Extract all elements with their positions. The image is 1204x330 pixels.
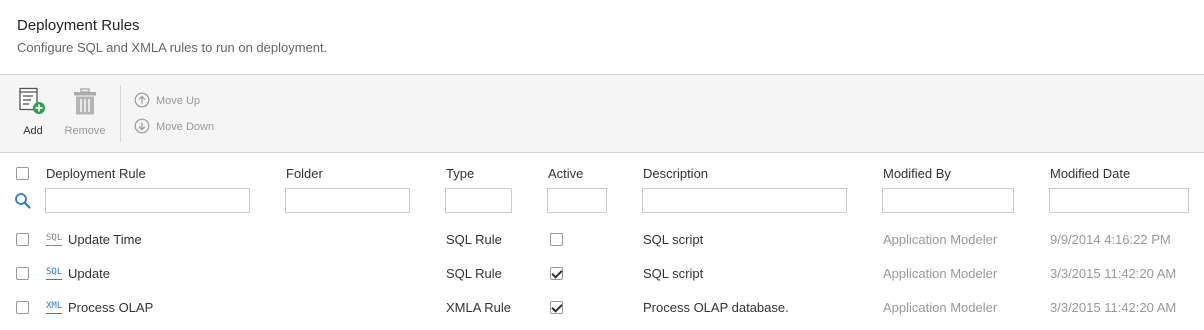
table-row[interactable]: SQL Update Time SQL Rule SQL script Appl… [0,223,1204,257]
rule-modified-by: Application Modeler [883,266,998,281]
filter-rule-input[interactable] [45,188,250,213]
column-header-active[interactable]: Active [548,166,583,181]
filter-modified-by-input[interactable] [882,188,1014,213]
add-rule-icon [18,87,48,122]
active-checkbox[interactable] [550,233,563,246]
rule-modified-by: Application Modeler [883,300,998,315]
page-subtitle: Configure SQL and XMLA rules to run on d… [17,40,328,55]
filter-type-input[interactable] [445,188,512,213]
column-header-folder[interactable]: Folder [286,166,323,181]
trash-icon [72,87,98,122]
column-header-rule[interactable]: Deployment Rule [46,166,146,181]
filter-modified-date-input[interactable] [1049,188,1189,213]
toolbar: Add Remove Move Up Move Down [0,74,1204,153]
filter-description-input[interactable] [642,188,847,213]
rule-description: SQL script [643,232,704,247]
move-up-label: Move Up [156,95,201,107]
column-header-description[interactable]: Description [643,166,708,181]
column-header-modified-by[interactable]: Modified By [883,166,951,181]
filter-folder-input[interactable] [285,188,410,213]
active-checkbox[interactable] [550,267,563,280]
select-all-checkbox[interactable] [16,167,29,180]
row-select-checkbox[interactable] [16,267,29,280]
rule-name: Process OLAP [68,300,154,315]
arrow-down-circle-icon [134,118,150,137]
rule-modified-by: Application Modeler [883,232,998,247]
remove-button-label: Remove [64,125,106,137]
add-button-label: Add [23,125,43,137]
rule-type: XMLA Rule [446,300,512,315]
filter-active-input[interactable] [547,188,607,213]
rule-type: SQL Rule [446,232,502,247]
table-row[interactable]: SQL Update SQL Rule SQL script Applicati… [0,257,1204,291]
page-title: Deployment Rules [17,17,140,34]
remove-button[interactable]: Remove [58,75,112,152]
rule-modified-date: 9/9/2014 4:16:22 PM [1050,232,1171,247]
rule-modified-date: 3/3/2015 11:42:20 AM [1050,300,1177,315]
rule-description: Process OLAP database. [643,300,789,315]
rule-name: Update [68,266,110,281]
rule-type: SQL Rule [446,266,502,281]
rule-description: SQL script [643,266,704,281]
column-header-modified-date[interactable]: Modified Date [1050,166,1130,181]
toolbar-divider [120,85,121,142]
search-icon[interactable] [14,192,32,215]
add-button[interactable]: Add [10,75,56,152]
deployment-rules-grid: Deployment Rule Folder Type Active Descr… [0,153,1204,330]
move-down-label: Move Down [156,121,215,133]
rule-name: Update Time [68,232,142,247]
active-checkbox[interactable] [550,301,563,314]
column-header-type[interactable]: Type [446,166,474,181]
move-up-button[interactable]: Move Up [134,91,200,111]
table-row[interactable]: XML Process OLAP XMLA Rule Process OLAP … [0,291,1204,325]
arrow-up-circle-icon [134,92,150,111]
row-select-checkbox[interactable] [16,233,29,246]
rule-modified-date: 3/3/2015 11:42:20 AM [1050,266,1177,281]
sql-file-icon: SQL [46,267,63,280]
row-select-checkbox[interactable] [16,301,29,314]
xml-file-icon: XML [46,301,63,314]
move-down-button[interactable]: Move Down [134,117,214,137]
page-header: Deployment Rules Configure SQL and XMLA … [0,0,1204,74]
sql-file-icon: SQL [46,233,63,246]
